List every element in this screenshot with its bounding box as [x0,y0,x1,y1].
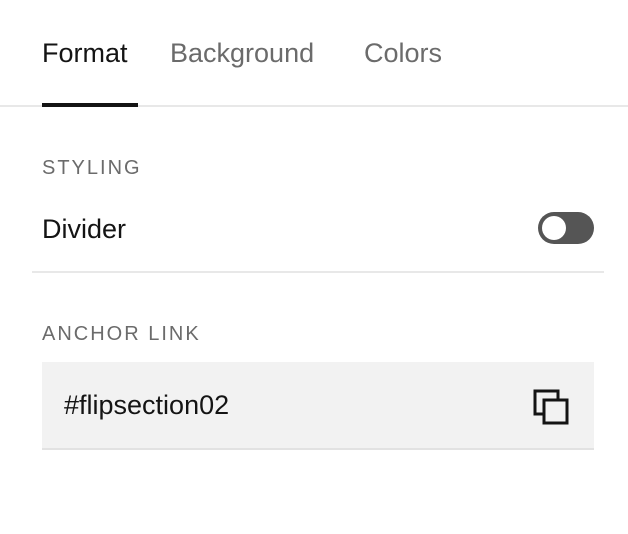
tab-bar: Format Background Colors [0,0,628,107]
styling-section-header: STYLING [42,157,142,179]
divider-setting-row: Divider [42,210,594,248]
toggle-knob [542,216,566,240]
section-settings-panel: Format Background Colors STYLING Divider… [0,0,628,534]
copy-icon [533,389,569,425]
anchor-link-section-header: ANCHOR LINK [42,323,201,345]
tab-colors[interactable]: Colors [364,36,442,107]
active-tab-indicator [42,103,138,107]
divider-toggle[interactable] [538,212,594,244]
copy-anchor-link-button[interactable] [532,388,570,426]
tab-background[interactable]: Background [170,36,314,107]
section-divider-line [32,271,604,273]
tab-format[interactable]: Format [42,36,138,107]
anchor-link-value[interactable]: #flipsection02 [64,388,229,422]
divider-label: Divider [42,214,127,244]
anchor-link-field[interactable]: #flipsection02 [42,362,594,450]
